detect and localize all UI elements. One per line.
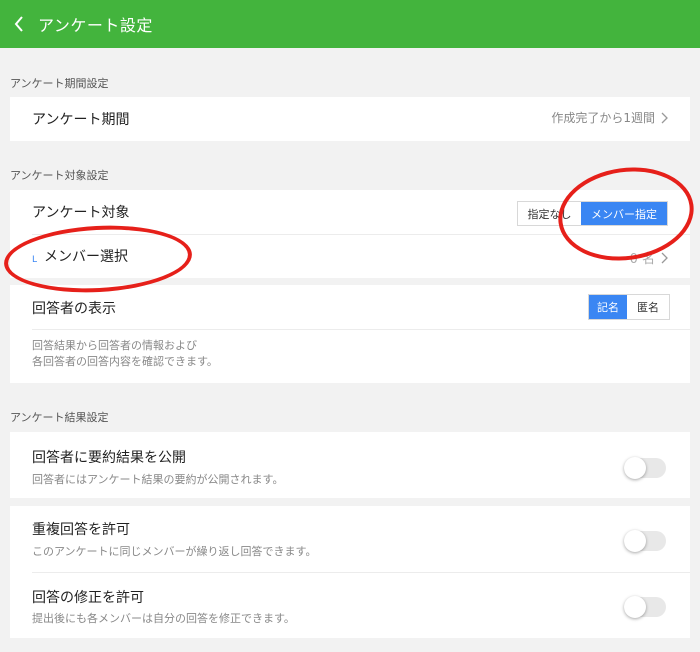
display-option-named[interactable]: 記名: [589, 295, 627, 319]
display-title: 回答者の表示: [32, 301, 116, 317]
publish-desc: 回答者にはアンケート結果の要約が公開されます。: [32, 473, 284, 486]
chevron-left-icon: [14, 16, 23, 32]
sub-item-mark: L: [32, 255, 38, 265]
period-value-text: 作成完了から1週間: [551, 111, 655, 125]
period-title: アンケート期間: [32, 112, 130, 128]
target-option-none[interactable]: 指定なし: [518, 202, 581, 225]
section-label-result: アンケート結果設定: [10, 411, 109, 424]
display-desc-line2: 各回答者の回答内容を確認できます。: [32, 355, 218, 368]
target-segmented-control: 指定なし メンバー指定: [517, 201, 668, 226]
divider: [32, 329, 690, 330]
back-button[interactable]: [0, 0, 38, 48]
section-label-target: アンケート対象設定: [10, 169, 109, 182]
duplicate-title: 重複回答を許可: [32, 522, 130, 538]
period-card: アンケート期間 作成完了から1週間: [10, 97, 690, 141]
period-value: 作成完了から1週間: [551, 109, 668, 126]
publish-title: 回答者に要約結果を公開: [32, 450, 186, 466]
duplicate-desc: このアンケートに同じメンバーが繰り返し回答できます。: [32, 545, 317, 558]
target-title: アンケート対象: [32, 205, 130, 221]
display-option-anonymous[interactable]: 匿名: [627, 295, 669, 319]
target-row: アンケート対象 指定なし メンバー指定: [10, 190, 690, 234]
target-card: アンケート対象 指定なし メンバー指定 L メンバー選択 0 名: [10, 190, 690, 278]
display-card: 回答者の表示 記名 匿名 回答結果から回答者の情報および 各回答者の回答内容を確…: [10, 285, 690, 383]
app-header: アンケート設定: [0, 0, 700, 48]
display-desc-line1: 回答結果から回答者の情報および: [32, 339, 197, 352]
publish-toggle[interactable]: [624, 457, 666, 479]
member-count: 0 名: [630, 248, 668, 267]
answer-options-card: 重複回答を許可 このアンケートに同じメンバーが繰り返し回答できます。 回答の修正…: [10, 506, 690, 638]
toggle-knob: [624, 457, 646, 479]
edit-title: 回答の修正を許可: [32, 590, 144, 606]
chevron-right-icon: [661, 252, 668, 263]
divider: [32, 572, 690, 573]
chevron-right-icon: [661, 112, 668, 123]
edit-desc: 提出後にも各メンバーは自分の回答を修正できます。: [32, 612, 295, 625]
page-title: アンケート設定: [38, 16, 153, 35]
edit-toggle[interactable]: [624, 596, 666, 618]
member-select-title: メンバー選択: [44, 249, 128, 265]
period-row[interactable]: アンケート期間 作成完了から1週間: [10, 97, 690, 141]
member-select-row[interactable]: L メンバー選択 0 名: [10, 234, 690, 278]
display-segmented-control: 記名 匿名: [588, 294, 670, 320]
toggle-knob: [624, 530, 646, 552]
toggle-knob: [624, 596, 646, 618]
section-label-period: アンケート期間設定: [10, 77, 109, 90]
duplicate-toggle[interactable]: [624, 530, 666, 552]
publish-card: 回答者に要約結果を公開 回答者にはアンケート結果の要約が公開されます。: [10, 432, 690, 498]
target-option-member[interactable]: メンバー指定: [581, 202, 667, 225]
member-count-text: 0 名: [629, 252, 655, 267]
